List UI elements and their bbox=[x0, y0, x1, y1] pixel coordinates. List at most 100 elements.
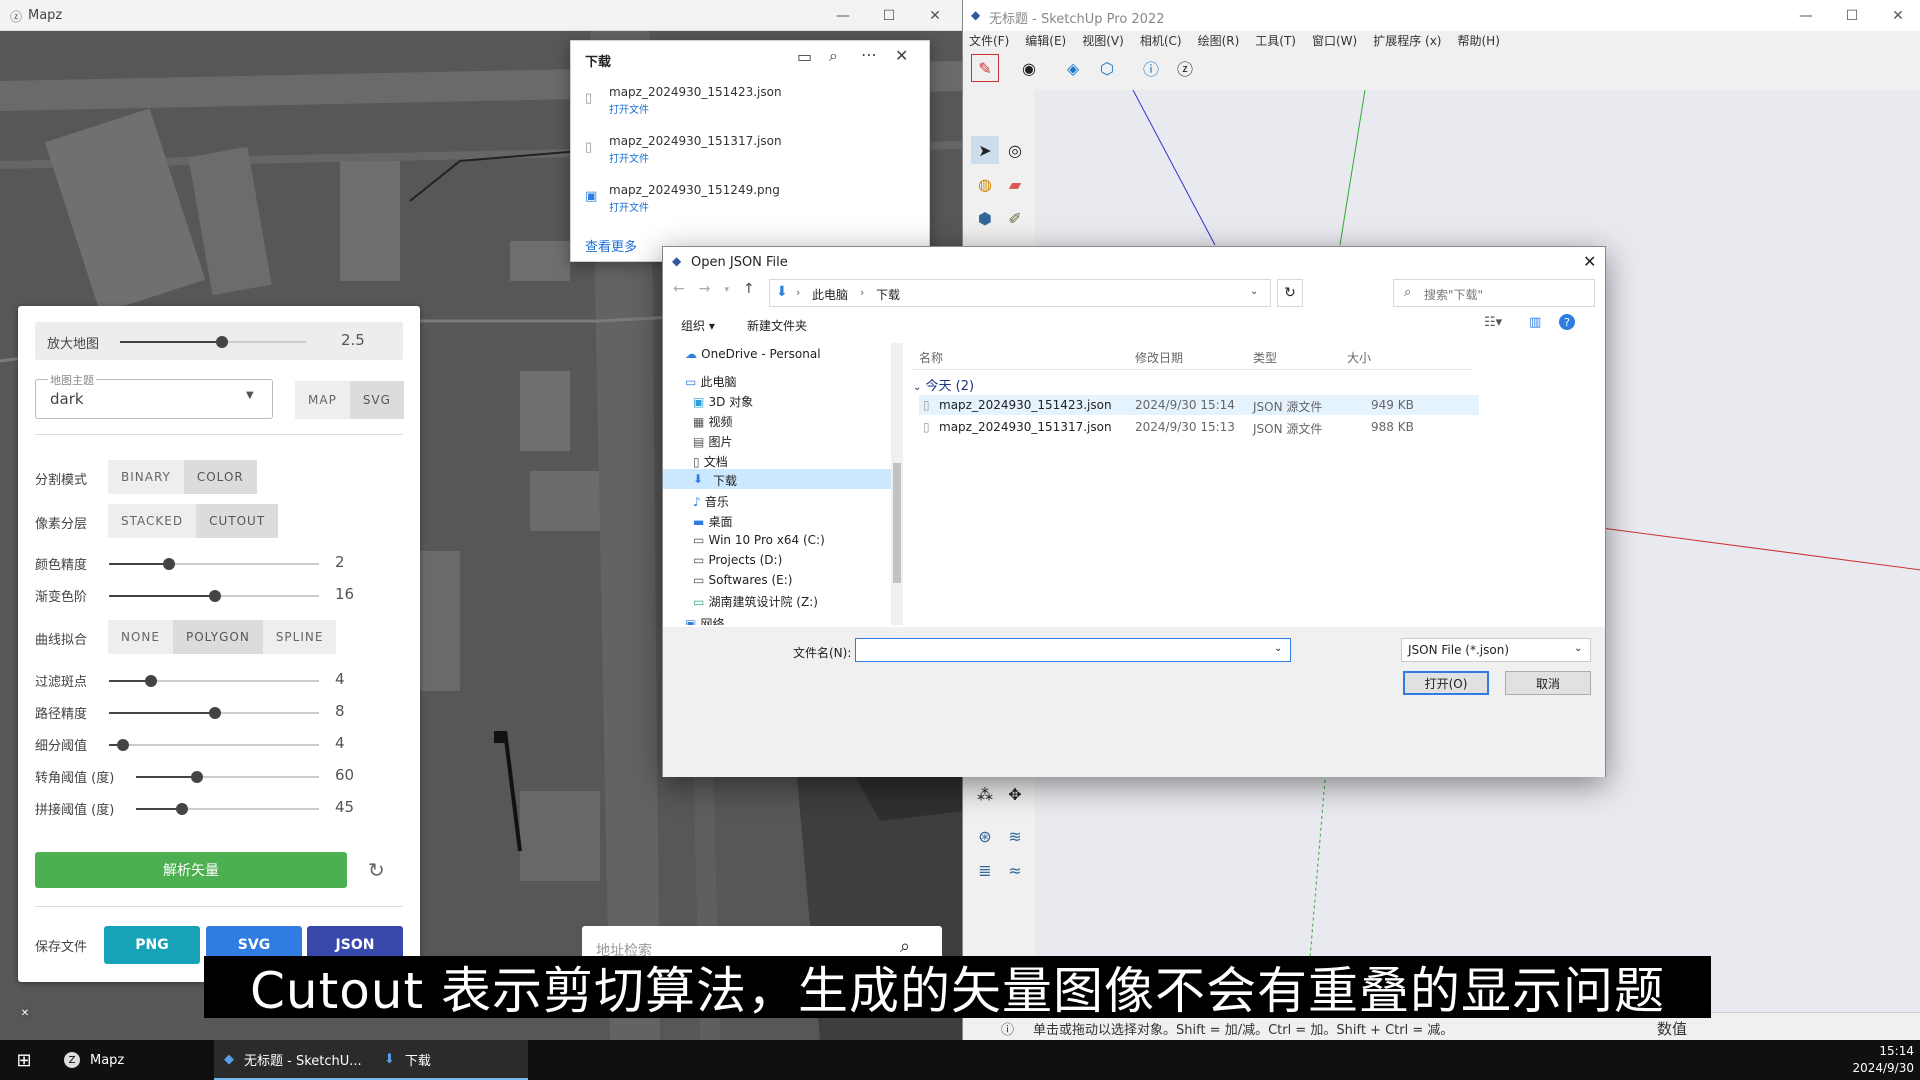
nav-item-drive-d[interactable]: ▭ Projects (D:) bbox=[693, 553, 782, 568]
open-file-link[interactable]: 打开文件 bbox=[609, 199, 649, 214]
recent-dropdown-icon[interactable]: ▾ bbox=[724, 285, 729, 297]
menu-extensions[interactable]: 扩展程序 (x) bbox=[1373, 32, 1441, 52]
open-file-link[interactable]: 打开文件 bbox=[609, 150, 649, 165]
close-icon[interactable]: ✕ bbox=[912, 0, 958, 31]
nav-item-videos[interactable]: ▦ 视频 bbox=[693, 413, 733, 430]
search-icon[interactable]: ⌕ bbox=[829, 46, 838, 66]
eraser-icon[interactable]: ▰ bbox=[1001, 170, 1029, 198]
close-panel-icon[interactable]: ✕ bbox=[18, 1006, 32, 1020]
taskbar-item-mapz[interactable]: Z Mapz bbox=[54, 1040, 214, 1080]
orbit-icon[interactable]: ◎ bbox=[1001, 136, 1029, 164]
stacked-button[interactable]: STACKED bbox=[108, 504, 196, 538]
nav-item-pictures[interactable]: ▤ 图片 bbox=[693, 433, 733, 450]
sandbox-smoove-icon[interactable]: ≋ bbox=[1001, 822, 1029, 850]
subdivide-slider[interactable] bbox=[109, 739, 319, 751]
download-item[interactable]: ▯ mapz_2024930_151317.json 打开文件 bbox=[585, 134, 915, 174]
dialog-search-box[interactable]: ⌕ 搜索"下载" bbox=[1393, 279, 1595, 307]
group-today[interactable]: ⌄ 今天 (2) bbox=[913, 375, 974, 394]
info-icon[interactable]: ⓘ bbox=[1137, 54, 1165, 82]
file-row[interactable]: ▯ mapz_2024930_151317.json 2024/9/30 15:… bbox=[919, 417, 1479, 437]
filetype-select[interactable]: JSON File (*.json) ⌄ bbox=[1401, 638, 1591, 662]
footprints-icon[interactable]: ⁂ bbox=[971, 780, 999, 808]
maximize-icon[interactable]: ☐ bbox=[866, 0, 912, 31]
box-icon[interactable]: ⬡ bbox=[1093, 54, 1121, 82]
none-button[interactable]: NONE bbox=[108, 620, 173, 654]
new-model-icon[interactable]: ✎ bbox=[971, 54, 999, 82]
more-options-icon[interactable]: ⋯ bbox=[861, 45, 877, 64]
save-png-button[interactable]: PNG bbox=[104, 926, 200, 964]
gradient-slider[interactable] bbox=[109, 590, 319, 602]
menu-file[interactable]: 文件(F) bbox=[969, 32, 1009, 52]
system-clock[interactable]: 15:14 2024/9/30 bbox=[1834, 1043, 1914, 1077]
filename-input[interactable]: ⌄ bbox=[855, 638, 1291, 662]
target-icon[interactable]: ◉ bbox=[1015, 54, 1043, 82]
binary-button[interactable]: BINARY bbox=[108, 460, 184, 494]
forward-arrow-icon[interactable]: → bbox=[699, 281, 711, 297]
splice-slider[interactable] bbox=[136, 803, 319, 815]
new-folder-button[interactable]: 新建文件夹 bbox=[747, 317, 807, 334]
close-icon[interactable]: ✕ bbox=[895, 46, 908, 65]
menu-window[interactable]: 窗口(W) bbox=[1312, 32, 1357, 52]
zoom-slider[interactable] bbox=[120, 336, 306, 348]
sandbox-stamp-icon[interactable]: ≣ bbox=[971, 856, 999, 884]
nav-item-this-pc[interactable]: ▭ 此电脑 bbox=[685, 373, 737, 390]
breadcrumb-this-pc[interactable]: 此电脑 bbox=[812, 286, 848, 303]
zoom-extents-icon[interactable]: ⓩ bbox=[1171, 54, 1199, 82]
nav-item-downloads-selected[interactable]: ⬇ 下载 bbox=[663, 469, 891, 489]
nav-item-drive-c[interactable]: ▭ Win 10 Pro x64 (C:) bbox=[693, 533, 825, 548]
open-button[interactable]: 打开(O) bbox=[1403, 671, 1489, 695]
color-precision-slider[interactable] bbox=[109, 558, 319, 570]
refresh-icon[interactable]: ↻ bbox=[1277, 279, 1303, 307]
close-icon[interactable]: ✕ bbox=[1875, 0, 1920, 31]
corner-slider[interactable] bbox=[136, 771, 319, 783]
chevron-down-icon[interactable]: ⌄ bbox=[1274, 643, 1282, 654]
menu-camera[interactable]: 相机(C) bbox=[1140, 32, 1182, 52]
view-options-icon[interactable]: ☷▾ bbox=[1484, 315, 1502, 330]
open-file-link[interactable]: 打开文件 bbox=[609, 101, 649, 116]
menu-help[interactable]: 帮助(H) bbox=[1457, 32, 1499, 52]
menu-tools[interactable]: 工具(T) bbox=[1255, 32, 1296, 52]
taskbar-item-downloads[interactable]: ⬇ 下载 bbox=[374, 1040, 528, 1080]
column-size[interactable]: 大小 bbox=[1347, 349, 1371, 366]
close-icon[interactable]: ✕ bbox=[1583, 252, 1596, 271]
column-type[interactable]: 类型 bbox=[1253, 349, 1277, 366]
refresh-icon[interactable]: ↻ bbox=[368, 858, 385, 882]
chevron-down-icon[interactable]: ⌄ bbox=[1250, 286, 1258, 297]
download-item[interactable]: ▯ mapz_2024930_151423.json 打开文件 bbox=[585, 85, 915, 125]
filter-speckle-slider[interactable] bbox=[109, 675, 319, 687]
minimize-icon[interactable]: — bbox=[820, 0, 866, 31]
nav-item-onedrive[interactable]: ☁ OneDrive - Personal bbox=[685, 347, 821, 365]
position-camera-icon[interactable]: ✥ bbox=[1001, 780, 1029, 808]
pencil-icon[interactable]: ✐ bbox=[1001, 204, 1029, 232]
color-button[interactable]: COLOR bbox=[183, 460, 257, 494]
menu-view[interactable]: 视图(V) bbox=[1082, 32, 1124, 52]
theme-select[interactable]: 地图主题 dark ▼ bbox=[35, 372, 273, 419]
path-precision-slider[interactable] bbox=[109, 707, 319, 719]
minimize-icon[interactable]: — bbox=[1783, 0, 1829, 31]
column-name[interactable]: 名称 bbox=[919, 349, 943, 366]
nav-item-3d-objects[interactable]: ▣ 3D 对象 bbox=[693, 393, 753, 410]
address-bar[interactable]: ⬇ › 此电脑 › 下载 ⌄ bbox=[769, 279, 1271, 307]
nav-item-drive-z[interactable]: ▭ 湖南建筑设计院 (Z:) bbox=[693, 593, 818, 610]
spline-button[interactable]: SPLINE bbox=[263, 620, 337, 654]
up-arrow-icon[interactable]: ↑ bbox=[743, 281, 755, 297]
menu-draw[interactable]: 绘图(R) bbox=[1198, 32, 1240, 52]
nav-item-documents[interactable]: ▯ 文档 bbox=[693, 453, 728, 470]
menu-edit[interactable]: 编辑(E) bbox=[1025, 32, 1066, 52]
paint-bucket-icon[interactable]: ◍ bbox=[971, 170, 999, 198]
cancel-button[interactable]: 取消 bbox=[1505, 671, 1591, 695]
svg-view-button[interactable]: SVG bbox=[349, 381, 404, 419]
sandbox-drape-icon[interactable]: ≈ bbox=[1001, 856, 1029, 884]
nav-item-music[interactable]: ♪ 音乐 bbox=[693, 493, 729, 510]
see-more-link[interactable]: 查看更多 bbox=[585, 236, 637, 255]
folder-icon[interactable]: ▭ bbox=[797, 47, 812, 66]
maximize-icon[interactable]: ☐ bbox=[1829, 0, 1875, 31]
taskbar-item-sketchup[interactable]: ◆ 无标题 - SketchU... bbox=[214, 1040, 374, 1080]
help-icon[interactable]: ? bbox=[1559, 314, 1575, 330]
organize-menu[interactable]: 组织 ▾ bbox=[681, 317, 715, 334]
select-arrow-icon[interactable]: ➤ bbox=[971, 136, 999, 164]
polygon-button[interactable]: POLYGON bbox=[172, 620, 263, 654]
preview-pane-icon[interactable]: ▥ bbox=[1529, 315, 1541, 330]
nav-item-drive-e[interactable]: ▭ Softwares (E:) bbox=[693, 573, 792, 588]
nav-item-network[interactable]: ▣ 网络 bbox=[685, 615, 725, 625]
